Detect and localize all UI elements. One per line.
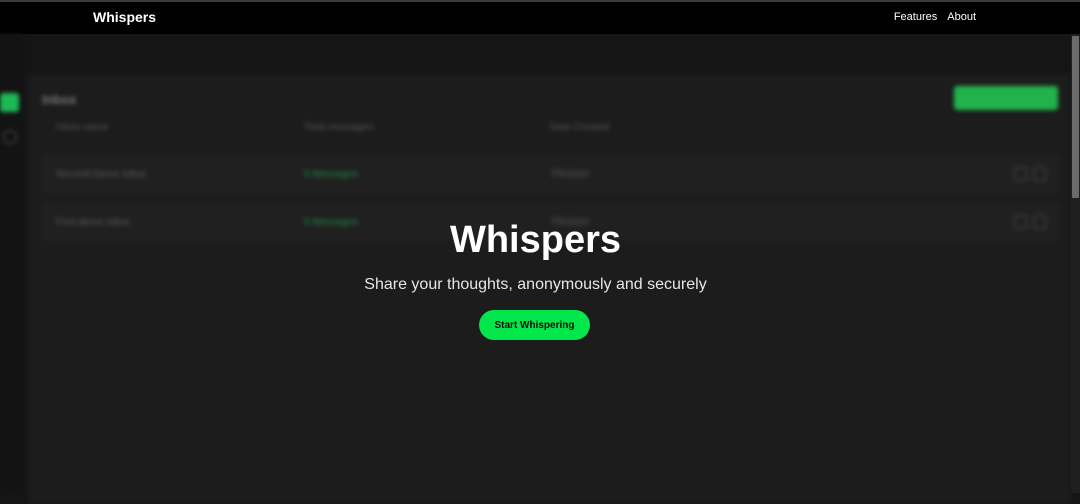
nav-link-features[interactable]: Features	[894, 11, 937, 23]
nav-link-about[interactable]: About	[947, 11, 976, 23]
hero-subtitle: Share your thoughts, anonymously and sec…	[364, 276, 707, 293]
hero-section: Whispers Share your thoughts, anonymousl…	[0, 34, 1071, 493]
brand-logo[interactable]: Whispers	[93, 9, 156, 25]
scrollbar[interactable]	[1071, 34, 1080, 493]
hero-title: Whispers	[449, 219, 622, 261]
nav-links: Features About	[894, 11, 976, 23]
scrollbar-thumb[interactable]	[1072, 36, 1079, 198]
start-whispering-button[interactable]: Start Whispering	[479, 310, 590, 340]
top-nav: Whispers Features About	[0, 0, 1080, 34]
